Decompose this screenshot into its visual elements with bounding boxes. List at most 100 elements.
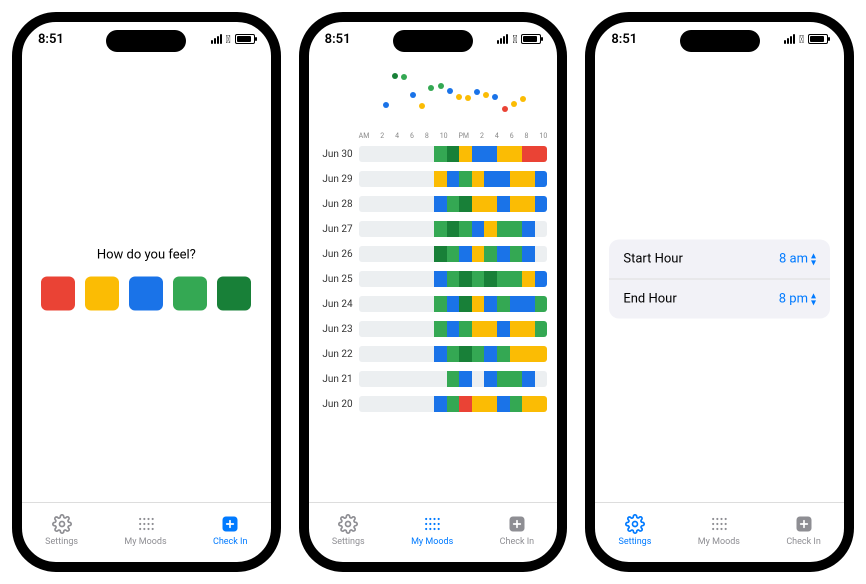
day-row: Jun 25 [319, 268, 548, 290]
scatter-point [502, 106, 508, 112]
status-indicators: 􀙇 [784, 33, 828, 46]
day-label: Jun 27 [319, 224, 359, 235]
tab-checkin[interactable]: Check In [213, 513, 248, 547]
hour-tick: 8 [525, 132, 529, 140]
gear-icon [624, 513, 646, 535]
mood-segment [371, 146, 384, 162]
tab-mymoods[interactable]: My Moods [698, 513, 740, 547]
settings-list: Start Hour 8 am ▴▾ End Hour 8 pm ▴▾ [609, 240, 830, 319]
plus-square-icon [793, 513, 815, 535]
day-row: Jun 23 [319, 318, 548, 340]
tab-settings[interactable]: Settings [332, 513, 365, 547]
mood-segment [459, 196, 472, 212]
mood-segment [384, 396, 397, 412]
day-row: Jun 22 [319, 343, 548, 365]
mood-segment [359, 346, 372, 362]
hour-tick: 2 [480, 132, 484, 140]
settings-row-start-hour[interactable]: Start Hour 8 am ▴▾ [609, 240, 830, 279]
day-bar [359, 346, 548, 362]
tab-bar: Settings My Moods Check In [309, 502, 558, 562]
mood-segment [371, 221, 384, 237]
scatter-point [456, 94, 462, 100]
status-indicators: 􀙇 [211, 33, 255, 46]
mood-segment [371, 196, 384, 212]
hour-tick: 2 [380, 132, 384, 140]
day-row: Jun 28 [319, 193, 548, 215]
day-bar [359, 196, 548, 212]
mood-segment [384, 146, 397, 162]
mood-segment [384, 271, 397, 287]
mood-segment [535, 171, 548, 187]
mood-segment [459, 271, 472, 287]
mood-segment [434, 321, 447, 337]
mood-segment [535, 246, 548, 262]
mood-segment [409, 221, 422, 237]
mood-segment [409, 196, 422, 212]
mood-segment [535, 371, 548, 387]
signal-icon [211, 34, 222, 44]
mood-option-dgreen[interactable] [217, 277, 251, 311]
mood-day-list[interactable]: Jun 30Jun 29Jun 28Jun 27Jun 26Jun 25Jun … [319, 143, 548, 415]
mood-segment [522, 146, 535, 162]
mood-segment [497, 171, 510, 187]
tab-label: My Moods [124, 537, 166, 547]
mood-segment [484, 321, 497, 337]
mood-segment [396, 271, 409, 287]
mood-segment [371, 321, 384, 337]
mood-segment [409, 171, 422, 187]
mood-segment [497, 296, 510, 312]
tab-settings[interactable]: Settings [619, 513, 652, 547]
mood-segment [522, 396, 535, 412]
mood-segment [384, 296, 397, 312]
mood-option-orange[interactable] [85, 277, 119, 311]
settings-row-end-hour[interactable]: End Hour 8 pm ▴▾ [609, 279, 830, 319]
mood-segment [359, 246, 372, 262]
scatter-point [383, 102, 389, 108]
settings-value-picker[interactable]: 8 pm ▴▾ [779, 292, 816, 307]
mood-segment [371, 396, 384, 412]
day-bar [359, 296, 548, 312]
mood-segment [510, 246, 523, 262]
tab-checkin[interactable]: Check In [786, 513, 821, 547]
settings-value-picker[interactable]: 8 am ▴▾ [779, 252, 816, 267]
tab-settings[interactable]: Settings [45, 513, 78, 547]
mood-option-green[interactable] [173, 277, 207, 311]
mood-segment [409, 296, 422, 312]
scatter-point [410, 92, 416, 98]
battery-icon [521, 34, 541, 44]
mood-segment [497, 146, 510, 162]
wifi-icon: 􀙇 [799, 33, 804, 46]
mood-segment [459, 346, 472, 362]
day-bar [359, 171, 548, 187]
scatter-point [428, 85, 434, 91]
mood-segment [396, 221, 409, 237]
mood-segment [484, 396, 497, 412]
mood-segment [371, 171, 384, 187]
mood-segment [409, 271, 422, 287]
day-bar [359, 221, 548, 237]
scatter-point [511, 101, 517, 107]
plus-square-icon [506, 513, 528, 535]
tab-bar: Settings My Moods Check In [595, 502, 844, 562]
mood-segment [396, 146, 409, 162]
mood-segment [522, 371, 535, 387]
mood-segment [447, 346, 460, 362]
mood-segment [522, 171, 535, 187]
tab-checkin[interactable]: Check In [500, 513, 535, 547]
mood-segment [472, 221, 485, 237]
day-label: Jun 29 [319, 174, 359, 185]
mood-option-red[interactable] [41, 277, 75, 311]
scatter-point [401, 74, 407, 80]
mood-segment [497, 246, 510, 262]
tab-mymoods[interactable]: My Moods [124, 513, 166, 547]
mood-segment [535, 196, 548, 212]
mood-segment [409, 371, 422, 387]
mood-option-blue[interactable] [129, 277, 163, 311]
day-label: Jun 28 [319, 199, 359, 210]
mood-segment [359, 371, 372, 387]
mood-segment [422, 146, 435, 162]
mood-segment [447, 246, 460, 262]
scatter-point [438, 83, 444, 89]
tab-mymoods[interactable]: My Moods [411, 513, 453, 547]
mood-segment [422, 396, 435, 412]
